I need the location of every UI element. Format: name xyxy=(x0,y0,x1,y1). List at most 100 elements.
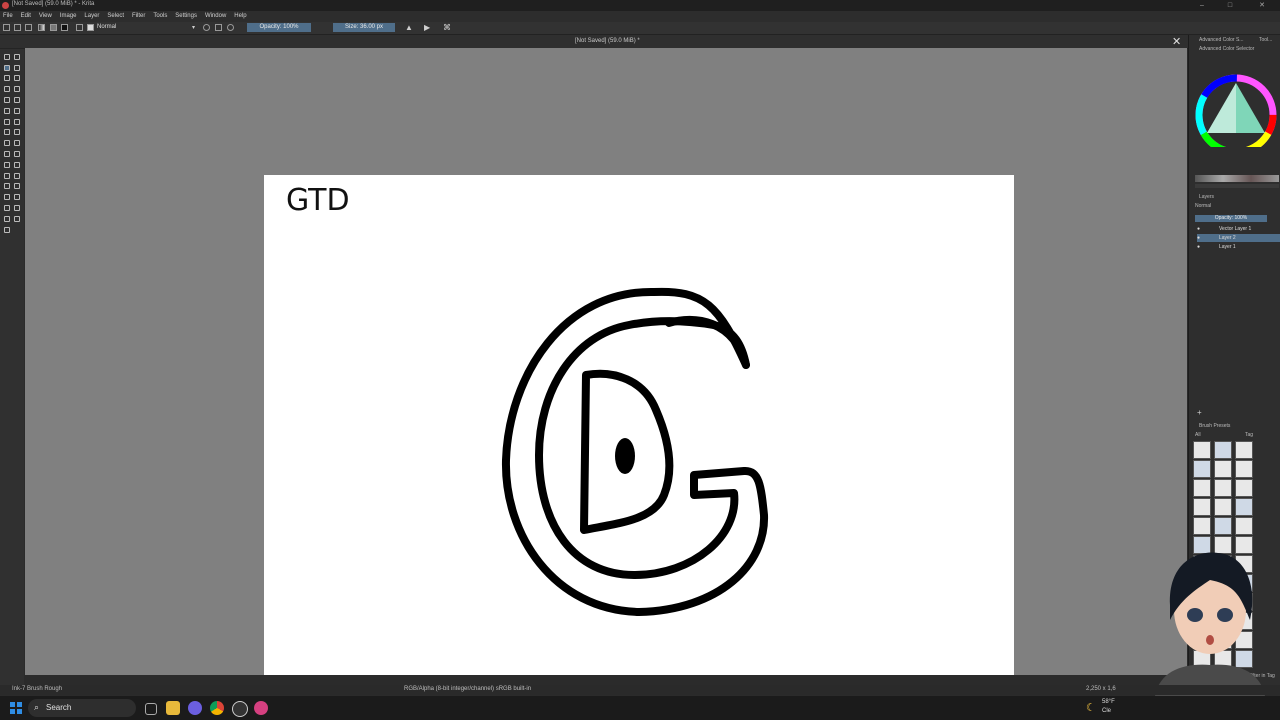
smart-patch-tool-icon[interactable] xyxy=(14,140,20,147)
brush-filter-select[interactable]: All xyxy=(1195,431,1201,440)
similar-select-tool-icon[interactable] xyxy=(4,205,10,211)
layer-layer-2[interactable]: ● Layer 2 xyxy=(1197,234,1280,242)
freehand-select-tool-icon[interactable] xyxy=(4,194,10,201)
play-icon[interactable]: ▶ xyxy=(424,23,430,32)
gradient-tool-icon[interactable] xyxy=(14,129,20,136)
multibrush-tool-icon[interactable] xyxy=(14,107,20,114)
mirror-horizontal-icon[interactable]: ▲ xyxy=(405,23,413,32)
menu-tools[interactable]: Tools xyxy=(153,11,167,22)
new-document-icon[interactable] xyxy=(3,24,10,31)
menu-layer[interactable]: Layer xyxy=(84,11,99,22)
menu-edit[interactable]: Edit xyxy=(21,11,31,22)
pattern-icon[interactable] xyxy=(50,24,57,31)
brush-preset-tile[interactable] xyxy=(1193,517,1211,535)
open-document-icon[interactable] xyxy=(14,24,21,31)
preserve-alpha-icon[interactable] xyxy=(215,24,222,31)
zoom-tool-icon[interactable] xyxy=(14,215,20,222)
crop-tool-icon[interactable] xyxy=(4,129,10,136)
size-slider[interactable]: Size: 36.00 px xyxy=(333,23,395,32)
color-picker-tool-icon[interactable] xyxy=(4,140,10,147)
brush-preset-tile[interactable] xyxy=(1193,479,1211,497)
brush-preset-tile[interactable] xyxy=(1235,498,1253,516)
brush-preset-tile[interactable] xyxy=(1214,479,1232,497)
task-view-icon[interactable] xyxy=(145,703,157,715)
layer-blend-select[interactable]: Normal xyxy=(1195,202,1211,211)
enclose-fill-tool-icon[interactable] xyxy=(14,151,20,157)
obs-icon[interactable] xyxy=(232,701,248,717)
krita-taskbar-icon[interactable] xyxy=(254,701,268,715)
layer-opacity-slider[interactable]: Opacity: 100% xyxy=(1195,215,1267,222)
edit-brush-icon[interactable] xyxy=(76,24,83,31)
freehand-brush-tool-icon[interactable] xyxy=(4,64,10,71)
ellipse-tool-icon[interactable] xyxy=(14,75,20,82)
assistant-tool-icon[interactable] xyxy=(4,161,10,168)
menu-window[interactable]: Window xyxy=(205,11,226,22)
visibility-eye-icon[interactable]: ● xyxy=(1197,225,1200,233)
brush-preset-tile[interactable] xyxy=(1193,498,1211,516)
menu-settings[interactable]: Settings xyxy=(175,11,197,22)
visibility-eye-icon[interactable]: ● xyxy=(1197,234,1200,242)
brush-preset-tile[interactable] xyxy=(1214,517,1232,535)
measure-tool-icon[interactable] xyxy=(14,161,20,168)
add-layer-button[interactable]: + xyxy=(1197,408,1202,417)
taskbar-search[interactable]: ⌕ Search xyxy=(28,699,136,717)
color-wheel[interactable] xyxy=(1189,55,1280,147)
eraser-mode-icon[interactable] xyxy=(203,24,210,31)
rect-select-tool-icon[interactable] xyxy=(14,172,20,179)
menu-help[interactable]: Help xyxy=(234,11,246,22)
freehand-path-tool-icon[interactable] xyxy=(14,97,20,103)
bezier-select-tool-icon[interactable] xyxy=(14,205,20,211)
close-window-button[interactable]: ✕ xyxy=(1248,0,1276,11)
menu-view[interactable]: View xyxy=(39,11,52,22)
maximize-button[interactable]: □ xyxy=(1216,0,1244,11)
layer-layer-1[interactable]: ● Layer 1 xyxy=(1197,243,1280,251)
calligraphy-tool-icon[interactable] xyxy=(14,53,20,60)
color-patches-strip[interactable] xyxy=(1195,184,1279,188)
pan-tool-icon[interactable] xyxy=(4,226,10,233)
polyline-tool-icon[interactable] xyxy=(14,86,20,93)
magnetic-select-tool-icon[interactable] xyxy=(4,215,10,222)
transform-tool-icon[interactable] xyxy=(4,118,10,125)
brush-preset-tile[interactable] xyxy=(1214,498,1232,516)
brush-preset-icon[interactable] xyxy=(87,24,94,31)
contiguous-select-tool-icon[interactable] xyxy=(14,194,20,201)
rectangle-tool-icon[interactable] xyxy=(4,75,10,82)
polygon-select-tool-icon[interactable] xyxy=(14,183,20,190)
brush-preset-tile[interactable] xyxy=(1193,460,1211,478)
docker-tab-color[interactable]: Advanced Color S... xyxy=(1199,36,1243,45)
bezier-tool-icon[interactable] xyxy=(4,97,10,103)
save-document-icon[interactable] xyxy=(25,24,32,31)
brush-preset-tile[interactable] xyxy=(1235,460,1253,478)
close-document-icon[interactable]: ✕ xyxy=(1172,35,1181,48)
visibility-eye-icon[interactable]: ● xyxy=(1197,243,1200,251)
discord-icon[interactable] xyxy=(188,701,202,715)
color-swap-icon[interactable] xyxy=(61,24,68,31)
polygon-tool-icon[interactable] xyxy=(4,86,10,93)
gradient-icon[interactable] xyxy=(38,24,45,31)
weather-moon-icon[interactable]: ☾ xyxy=(1086,701,1096,714)
line-tool-icon[interactable] xyxy=(14,64,20,71)
wrap-around-icon[interactable]: ⌘ xyxy=(443,23,451,32)
reference-tool-icon[interactable] xyxy=(4,172,10,179)
color-history-strip[interactable] xyxy=(1195,175,1279,182)
menu-filter[interactable]: Filter xyxy=(132,11,145,22)
brush-preset-tile[interactable] xyxy=(1235,479,1253,497)
file-explorer-icon[interactable] xyxy=(166,701,180,715)
ellipse-select-tool-icon[interactable] xyxy=(4,183,10,190)
chrome-icon[interactable] xyxy=(210,701,224,715)
brush-preset-tile[interactable] xyxy=(1235,441,1253,459)
opacity-slider[interactable]: Opacity: 100% xyxy=(247,23,311,32)
menu-image[interactable]: Image xyxy=(60,11,77,22)
brush-preset-tile[interactable] xyxy=(1235,517,1253,535)
brush-preset-tile[interactable] xyxy=(1214,441,1232,459)
docker-tab-tool[interactable]: Tool... xyxy=(1259,36,1272,45)
blend-mode-select[interactable]: Normal xyxy=(97,24,116,30)
brush-preset-tile[interactable] xyxy=(1214,460,1232,478)
blend-mode-chevron-icon[interactable]: ▾ xyxy=(192,24,195,31)
dynamic-brush-tool-icon[interactable] xyxy=(4,107,10,114)
document-tab[interactable]: [Not Saved] (59.0 MiB) * xyxy=(575,38,640,44)
canvas-paper[interactable]: GTD xyxy=(264,175,1014,675)
brush-tag-select[interactable]: Tag xyxy=(1245,431,1253,440)
layer-vector-layer-1[interactable]: ● Vector Layer 1 xyxy=(1197,225,1280,233)
move-tool-icon[interactable] xyxy=(14,118,20,125)
